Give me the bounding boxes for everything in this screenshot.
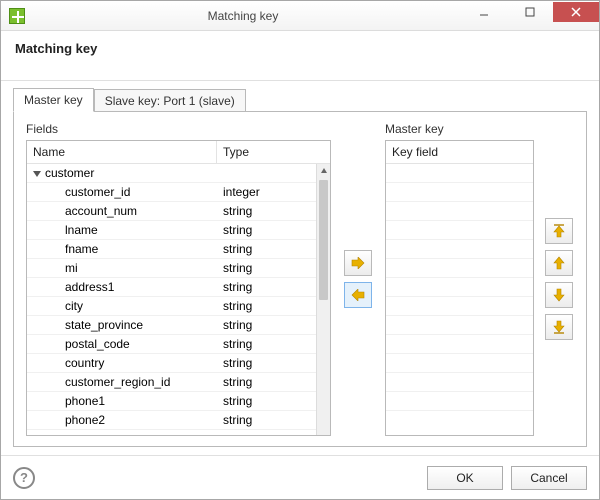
ok-button[interactable]: OK — [427, 466, 503, 490]
titlebar: Matching key — [1, 1, 599, 31]
dialog-heading: Matching key — [15, 41, 585, 56]
key-row-empty — [386, 316, 533, 335]
window-title: Matching key — [25, 9, 461, 23]
fields-label: Fields — [26, 122, 331, 136]
fields-group-row[interactable]: customer — [27, 164, 316, 183]
fields-row[interactable]: countrystring — [27, 354, 316, 373]
key-row-empty — [386, 240, 533, 259]
key-row-empty — [386, 354, 533, 373]
key-grid-body — [386, 164, 533, 435]
fields-row[interactable]: account_numstring — [27, 202, 316, 221]
help-button[interactable]: ? — [13, 467, 35, 489]
window-controls — [461, 1, 599, 30]
key-row-empty — [386, 221, 533, 240]
header-area: Matching key — [1, 31, 599, 81]
column-header-name[interactable]: Name — [27, 141, 217, 163]
remove-button[interactable] — [344, 282, 372, 308]
arrow-bottom-icon — [553, 320, 565, 334]
fields-row[interactable]: customer_region_idstring — [27, 373, 316, 392]
fields-row[interactable]: phone1string — [27, 392, 316, 411]
tab-strip: Master key Slave key: Port 1 (slave) — [1, 81, 599, 111]
tab-label: Master key — [24, 93, 83, 107]
key-row-empty — [386, 259, 533, 278]
arrow-right-icon — [351, 257, 365, 269]
tab-slave-key[interactable]: Slave key: Port 1 (slave) — [94, 89, 246, 112]
fields-row[interactable]: lnamestring — [27, 221, 316, 240]
key-row-empty — [386, 202, 533, 221]
fields-grid: Name Type customer customer_idinteger ac… — [26, 140, 331, 436]
fields-row[interactable]: customer_idinteger — [27, 183, 316, 202]
minimize-button[interactable] — [461, 2, 507, 22]
arrow-left-icon — [351, 289, 365, 301]
help-icon: ? — [20, 470, 28, 485]
fields-scrollbar[interactable] — [316, 164, 330, 435]
key-grid: Key field — [385, 140, 534, 436]
tab-master-key[interactable]: Master key — [13, 88, 94, 112]
arrow-top-icon — [553, 224, 565, 238]
move-down-button[interactable] — [545, 282, 573, 308]
key-row-empty — [386, 373, 533, 392]
column-header-type[interactable]: Type — [217, 141, 330, 163]
key-panel: Master key Key field — [385, 122, 534, 436]
scroll-thumb[interactable] — [319, 180, 328, 300]
fields-row[interactable]: postal_codestring — [27, 335, 316, 354]
arrow-down-icon — [553, 288, 565, 302]
key-row-empty — [386, 297, 533, 316]
fields-grid-header: Name Type — [27, 141, 330, 164]
column-header-keyfield[interactable]: Key field — [386, 141, 533, 163]
key-row-empty — [386, 335, 533, 354]
tab-body: Fields Name Type customer customer_i — [13, 111, 587, 447]
dialog-footer: ? OK Cancel — [1, 455, 599, 499]
fields-row[interactable]: fnamestring — [27, 240, 316, 259]
fields-rows[interactable]: customer customer_idinteger account_nums… — [27, 164, 316, 435]
fields-row[interactable]: citystring — [27, 297, 316, 316]
fields-row[interactable]: mistring — [27, 259, 316, 278]
fields-row[interactable]: phone2string — [27, 411, 316, 430]
key-row-empty — [386, 392, 533, 411]
fields-row[interactable]: state_provincestring — [27, 316, 316, 335]
group-name: customer — [45, 166, 94, 180]
add-button[interactable] — [344, 250, 372, 276]
dialog-window: Matching key Matching key Master key Sl — [0, 0, 600, 500]
ok-label: OK — [456, 471, 473, 485]
fields-panel: Fields Name Type customer customer_i — [26, 122, 331, 436]
cancel-button[interactable]: Cancel — [511, 466, 587, 490]
cancel-label: Cancel — [530, 471, 567, 485]
transfer-buttons — [341, 122, 375, 436]
move-bottom-button[interactable] — [545, 314, 573, 340]
tab-label: Slave key: Port 1 (slave) — [105, 94, 235, 108]
arrow-up-icon — [553, 256, 565, 270]
key-row-empty — [386, 164, 533, 183]
maximize-button[interactable] — [507, 2, 553, 22]
reorder-buttons — [544, 122, 574, 436]
key-row-empty — [386, 183, 533, 202]
scroll-up-icon[interactable] — [317, 164, 330, 178]
app-icon — [9, 8, 25, 24]
key-row-empty — [386, 278, 533, 297]
move-up-button[interactable] — [545, 250, 573, 276]
key-label: Master key — [385, 122, 534, 136]
fields-grid-body: customer customer_idinteger account_nums… — [27, 164, 330, 435]
key-rows[interactable] — [386, 164, 533, 435]
collapse-icon[interactable] — [33, 171, 41, 177]
move-top-button[interactable] — [545, 218, 573, 244]
fields-row[interactable]: address1string — [27, 278, 316, 297]
key-grid-header: Key field — [386, 141, 533, 164]
close-button[interactable] — [553, 2, 599, 22]
